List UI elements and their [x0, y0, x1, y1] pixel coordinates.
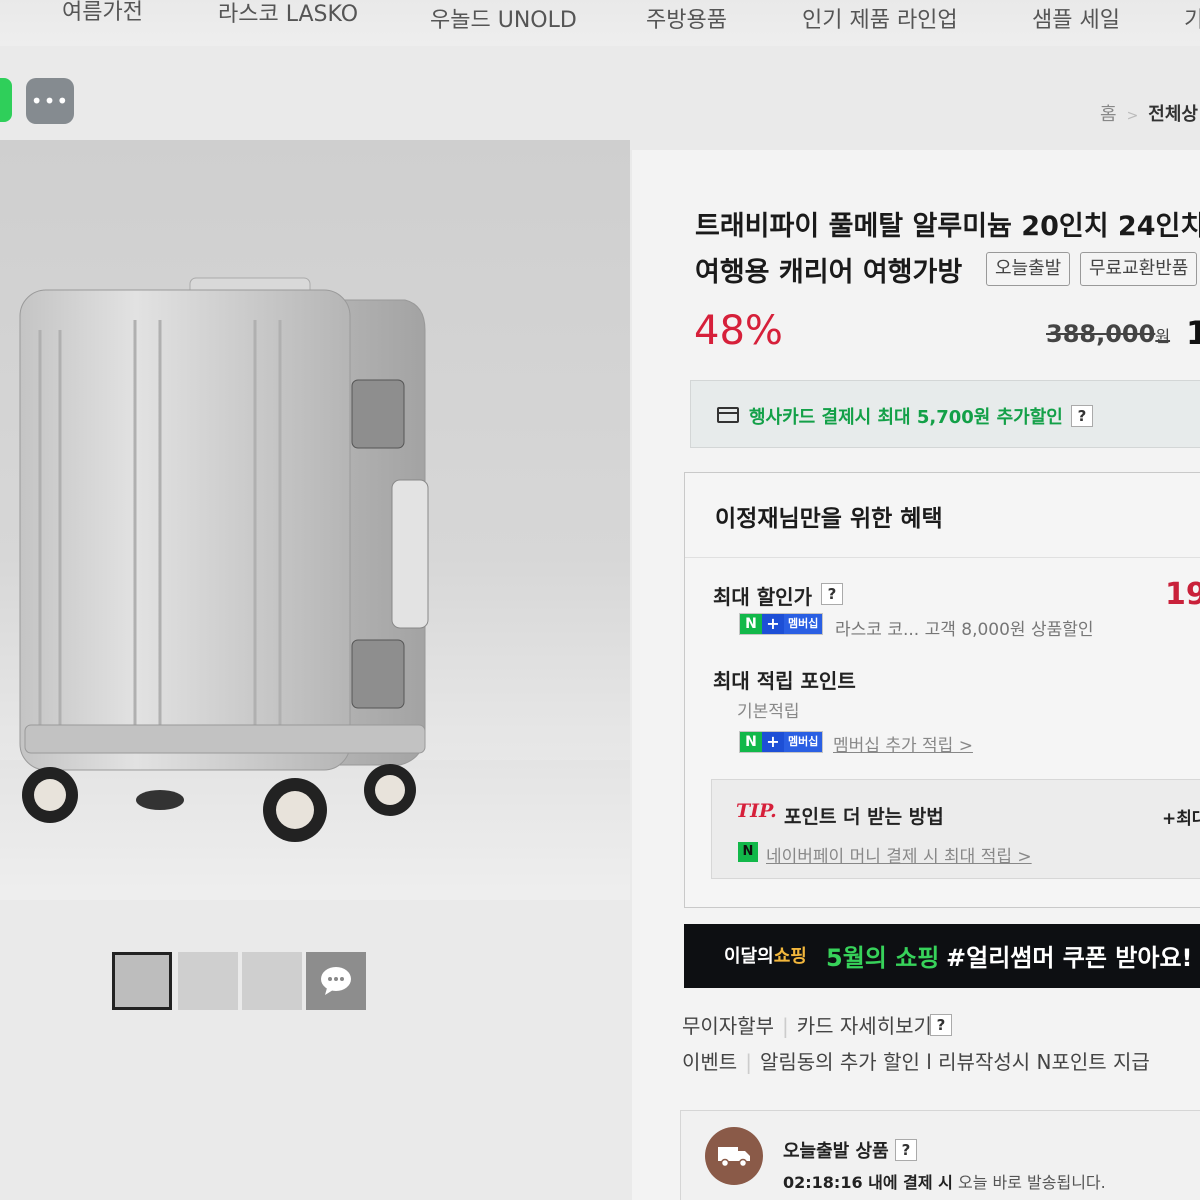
base-points-label: 기본적립 — [737, 702, 800, 722]
action-toolbar: ••• 홈 > 전체상 — [0, 62, 1200, 136]
thumbnail-1[interactable] — [112, 952, 172, 1010]
nav-item-popular-lineup[interactable]: 인기 제품 라인업 — [802, 2, 958, 34]
membership-label: 멤버십 — [784, 614, 823, 634]
promo-tagline: #얼리썸머 쿠폰 받아요! — [946, 944, 1193, 972]
thumbnail-3[interactable] — [242, 952, 302, 1010]
breadcrumb-current[interactable]: 전체상 — [1148, 104, 1198, 125]
nav-item-unold[interactable]: 우놀드 UNOLD — [430, 2, 577, 34]
breadcrumb-home[interactable]: 홈 — [1100, 104, 1117, 125]
max-discount-price: 19 — [1165, 577, 1200, 612]
installment-row: 무이자할부 | 카드 자세히보기 — [682, 1010, 932, 1039]
membership-coupon-text: 라스코 코... 고객 8,000원 상품할인 — [835, 620, 1094, 640]
max-points-label: 최대 적립 포인트 — [713, 669, 856, 693]
nav-item-lasko[interactable]: 라스코 LASKO — [218, 0, 358, 28]
breadcrumb-separator: > — [1126, 108, 1139, 124]
product-title-line2: 여행용 캐리어 여행가방 — [695, 257, 963, 288]
countdown-time: 02:18:16 내에 결제 시 — [783, 1173, 953, 1192]
top-category-nav: 여름가전 라스코 LASKO 우놀드 UNOLD 주방용품 인기 제품 라인업 … — [0, 0, 1200, 46]
tag-today-shipping: 오늘출발 — [986, 252, 1071, 286]
help-icon[interactable]: ? — [1071, 405, 1093, 427]
price-unit: 원 — [1155, 327, 1171, 346]
membership-label: 멤버십 — [784, 732, 823, 752]
naver-n-icon: N — [740, 614, 762, 634]
tip-box: TIP. 포인트 더 받는 방법 +최대 N 네이버페이 머니 결제 시 최대 … — [711, 779, 1200, 879]
today-shipping-box: 오늘출발 상품 ? 02:18:16 내에 결제 시 오늘 바로 발송됩니다. — [680, 1110, 1200, 1200]
nav-item-summer-appliances[interactable]: 여름가전 — [62, 0, 143, 26]
member-benefits-box: 이정재님만을 위한 혜택 최대 할인가 ? 19 N + 멤버십 라스코 코..… — [684, 472, 1200, 908]
divider — [685, 557, 1200, 558]
shipping-countdown: 02:18:16 내에 결제 시 오늘 바로 발송됩니다. — [783, 1169, 1106, 1193]
naver-n-icon: N — [740, 732, 762, 752]
plus-icon: + — [762, 614, 784, 634]
event-label: 이벤트 — [682, 1050, 738, 1074]
help-icon[interactable]: ? — [821, 583, 843, 605]
separator: | — [782, 1014, 789, 1038]
event-row: 이벤트 | 알림동의 추가 할인 l 리뷰작성시 N포인트 지급 — [682, 1046, 1150, 1075]
today-shipping-title: 오늘출발 상품 — [783, 1141, 889, 1162]
tip-title: 포인트 더 받는 방법 — [784, 806, 944, 828]
help-icon[interactable]: ? — [895, 1139, 917, 1161]
card-detail-link[interactable]: 카드 자세히보기 — [797, 1014, 932, 1038]
promo-logo-accent: 쇼핑 — [773, 946, 807, 967]
tag-free-return: 무료교환반품 — [1080, 252, 1198, 286]
sale-price: 1 — [1186, 314, 1200, 352]
chat-bubble-icon — [321, 967, 351, 995]
naver-pay-money-link[interactable]: 네이버페이 머니 결제 시 최대 적립 > — [766, 842, 1032, 867]
separator: | — [745, 1050, 752, 1074]
naver-plus-membership-badge: N + 멤버십 — [739, 731, 824, 753]
thumbnail-video[interactable] — [306, 952, 366, 1010]
credit-card-icon — [717, 407, 739, 423]
event-text[interactable]: 알림동의 추가 할인 l 리뷰작성시 N포인트 지급 — [760, 1050, 1150, 1074]
product-main-image[interactable] — [0, 140, 630, 900]
share-button[interactable] — [0, 78, 12, 122]
promo-banner[interactable]: 이달의쇼핑 5월의 쇼핑 #얼리썸머 쿠폰 받아요! — [684, 924, 1200, 988]
original-price: 388,000원 — [1046, 320, 1170, 348]
nav-item-kitchen[interactable]: 주방용품 — [646, 2, 727, 34]
promo-month: 5월의 쇼핑 — [826, 944, 940, 972]
nav-item-sample-sale[interactable]: 샘플 세일 — [1032, 2, 1120, 34]
max-discount-label: 최대 할인가 — [713, 585, 812, 609]
tip-mark: TIP. — [736, 800, 777, 822]
discount-rate: 48% — [694, 308, 783, 354]
original-price-value: 388,000 — [1046, 320, 1156, 348]
more-options-button[interactable]: ••• — [26, 78, 74, 124]
shipping-desc: 오늘 바로 발송됩니다. — [958, 1173, 1106, 1192]
naver-plus-membership-badge: N + 멤버십 — [739, 613, 824, 635]
nav-item-more[interactable]: 기 — [1184, 2, 1200, 34]
thumbnail-2[interactable] — [178, 952, 238, 1010]
card-discount-text: 행사카드 결제시 최대 5,700원 추가할인 — [749, 407, 1063, 428]
product-title-line1: 트래비파이 풀메탈 알루미늄 20인치 24인치 — [695, 211, 1200, 242]
installment-label: 무이자할부 — [682, 1014, 774, 1038]
breadcrumb: 홈 > 전체상 — [1100, 100, 1198, 126]
naver-pay-icon: N — [738, 842, 758, 862]
tip-bonus: +최대 — [1162, 809, 1200, 829]
membership-extra-points-link[interactable]: 멤버십 추가 적립 > — [833, 731, 973, 756]
benefits-title: 이정재님만을 위한 혜택 — [715, 506, 943, 532]
suitcase-illustration — [19, 277, 429, 842]
card-discount-box[interactable]: 행사카드 결제시 최대 5,700원 추가할인 ? — [690, 380, 1200, 448]
help-icon[interactable]: ? — [930, 1014, 952, 1036]
plus-icon: + — [762, 732, 784, 752]
more-icon: ••• — [30, 89, 70, 113]
promo-logo: 이달의쇼핑 — [724, 942, 807, 968]
truck-icon — [705, 1127, 763, 1185]
promo-logo-main: 이달의 — [724, 946, 774, 967]
